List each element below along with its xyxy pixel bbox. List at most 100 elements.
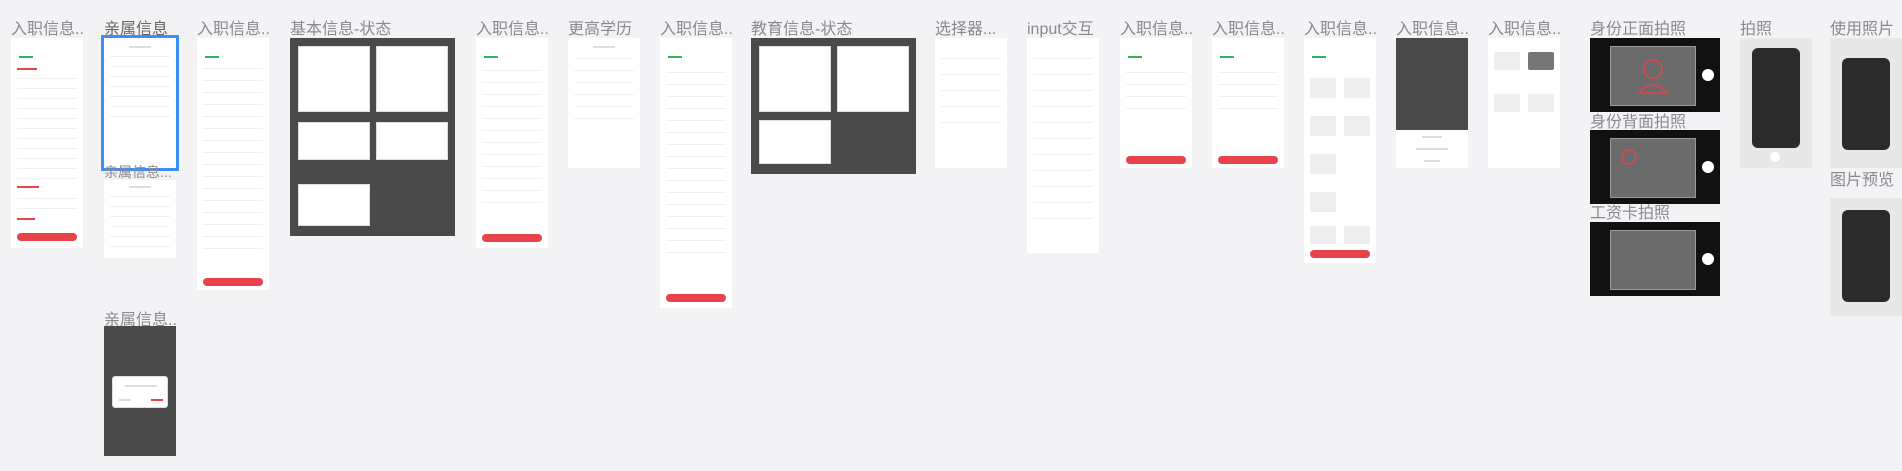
form-row (482, 154, 542, 155)
date-picker-card[interactable] (298, 46, 370, 112)
frame-title[interactable]: 使用照片 (1830, 15, 1902, 39)
frame-selector[interactable] (935, 38, 1007, 168)
submit-button[interactable] (482, 234, 542, 242)
option-picker-card[interactable] (298, 184, 370, 226)
form-row (574, 82, 634, 83)
frame-title[interactable]: 入职信息... (197, 15, 269, 39)
frame-onboarding-12[interactable] (1212, 38, 1284, 168)
uploaded-document[interactable] (1494, 94, 1520, 112)
option-picker-card[interactable] (759, 120, 831, 164)
emblem-outline-icon (1621, 149, 1637, 165)
frame-use-photo[interactable] (1830, 38, 1902, 168)
upload-placeholder[interactable] (1310, 226, 1336, 244)
upload-placeholder[interactable] (1310, 154, 1336, 174)
frame-take-photo[interactable] (1740, 38, 1812, 168)
frame-relatives-dialog[interactable] (104, 326, 176, 456)
frame-onboarding-11[interactable] (1120, 38, 1192, 168)
shutter-button[interactable] (1702, 69, 1714, 81)
frame-title[interactable]: 教育信息-状态 (751, 15, 911, 39)
upload-placeholder[interactable] (1310, 116, 1336, 136)
frame-title[interactable]: 更高学历 (568, 15, 640, 39)
frame-onboarding-1[interactable] (11, 38, 83, 248)
frame-onboarding-14[interactable] (1396, 38, 1468, 168)
upload-placeholder[interactable] (1344, 78, 1370, 98)
frame-title[interactable]: 入职信息... (660, 15, 732, 39)
frame-onboarding-7[interactable] (660, 38, 732, 308)
form-row (482, 70, 542, 71)
option-picker-card[interactable] (298, 122, 370, 160)
form-row (203, 68, 263, 69)
frame-title[interactable]: 入职信息... (1396, 15, 1468, 39)
dialog-confirm-button[interactable] (151, 399, 163, 401)
uploaded-photo[interactable] (1528, 52, 1554, 70)
frame-title[interactable]: 基本信息-状态 (290, 15, 450, 39)
form-row (17, 78, 77, 79)
date-picker-card[interactable] (759, 46, 831, 112)
frame-title[interactable]: 入职信息... (11, 15, 83, 39)
dialog-cancel-button[interactable] (119, 399, 131, 401)
frame-title[interactable]: 拍照 (1740, 15, 1812, 39)
upload-placeholder[interactable] (1310, 78, 1336, 98)
confirm-dialog[interactable] (112, 376, 168, 408)
frame-relatives-2[interactable] (104, 180, 176, 258)
frame-title[interactable]: 图片预览 (1830, 166, 1902, 190)
frame-title[interactable]: 入职信息... (476, 15, 548, 39)
option-picker-card[interactable] (376, 122, 448, 160)
frame-title[interactable]: 身份背面拍照 (1590, 108, 1710, 132)
frame-education-states[interactable] (751, 38, 916, 174)
form-row (110, 66, 170, 67)
frame-title[interactable]: 工资卡拍照 (1590, 199, 1710, 223)
form-row (1218, 108, 1278, 109)
frame-title[interactable]: input交互 (1027, 15, 1099, 39)
frame-salary-card-camera[interactable] (1590, 222, 1720, 296)
frame-basic-info-states[interactable] (290, 38, 455, 236)
frame-title[interactable]: 亲属信息 (104, 15, 176, 39)
submit-button[interactable] (17, 233, 77, 241)
uploaded-document[interactable] (1528, 94, 1554, 112)
submit-button[interactable] (1310, 250, 1370, 258)
frame-relatives-selected[interactable] (101, 35, 179, 171)
frame-onboarding-3[interactable] (197, 38, 269, 290)
action-option[interactable] (1416, 148, 1448, 150)
frame-input-interaction[interactable] (1027, 38, 1099, 253)
form-row (110, 106, 170, 107)
frame-title[interactable]: 身份正面拍照 (1590, 15, 1710, 39)
date-picker-card[interactable] (376, 46, 448, 112)
submit-button[interactable] (666, 294, 726, 302)
frame-title[interactable]: 入职信息... (1120, 15, 1192, 39)
submit-button[interactable] (1218, 156, 1278, 164)
frame-title[interactable]: 亲属信息... (104, 162, 176, 182)
form-row (666, 216, 726, 217)
frame-higher-education[interactable] (568, 38, 640, 168)
frame-onboarding-13[interactable] (1304, 38, 1376, 263)
action-cancel[interactable] (1424, 160, 1440, 162)
form-row (666, 192, 726, 193)
form-row (1033, 122, 1093, 123)
frame-title[interactable]: 入职信息... (1488, 15, 1560, 39)
frame-id-back-camera[interactable] (1590, 130, 1720, 204)
tab-indicator (1312, 56, 1326, 58)
shutter-button[interactable] (1702, 161, 1714, 173)
uploaded-document[interactable] (1494, 52, 1520, 70)
submit-button[interactable] (203, 278, 263, 286)
frame-title[interactable]: 选择器... (935, 15, 1007, 39)
form-row (1218, 96, 1278, 97)
option-picker-card[interactable] (837, 46, 909, 112)
header-title (593, 46, 615, 48)
frame-onboarding-15[interactable] (1488, 38, 1560, 168)
frame-title[interactable]: 入职信息... (1304, 15, 1376, 39)
action-option[interactable] (1422, 136, 1442, 138)
frame-id-front-camera[interactable] (1590, 38, 1720, 112)
shutter-button[interactable] (1702, 253, 1714, 265)
submit-button[interactable] (1126, 156, 1186, 164)
upload-placeholder[interactable] (1344, 116, 1370, 136)
frame-title[interactable]: 入职信息... (1212, 15, 1284, 39)
tab-indicator (1220, 56, 1234, 58)
upload-placeholder[interactable] (1344, 226, 1370, 244)
action-sheet[interactable] (1396, 130, 1468, 168)
frame-onboarding-5[interactable] (476, 38, 548, 248)
shutter-button[interactable] (1770, 152, 1780, 162)
upload-placeholder[interactable] (1310, 192, 1336, 212)
form-row (17, 98, 77, 99)
frame-image-preview[interactable] (1830, 198, 1902, 316)
